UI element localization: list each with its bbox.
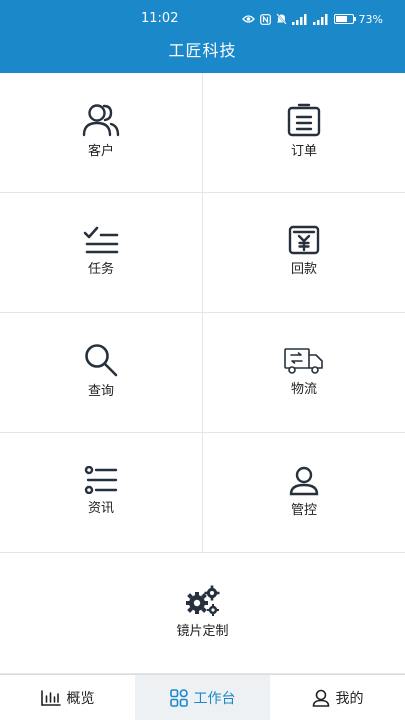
status-bar: 11:02 73%: [0, 0, 405, 38]
menu-label-logistics: 物流: [290, 382, 317, 397]
truck-icon: [284, 348, 323, 374]
nfc-icon: [259, 13, 271, 25]
tab-mine-label: 我的: [335, 690, 364, 707]
status-icons: 73%: [241, 11, 383, 27]
menu-item-order[interactable]: 订单: [203, 73, 405, 192]
signal-icon: [291, 13, 307, 25]
tab-overview[interactable]: 概览: [0, 675, 135, 720]
gears-icon: [185, 585, 219, 616]
menu-item-task[interactable]: 任务: [0, 193, 202, 312]
menu-label-payment: 回款: [290, 262, 317, 277]
signal-icon-2: [312, 13, 328, 25]
grid-icon: [169, 688, 188, 707]
user-icon: [289, 466, 319, 496]
battery-percent: 73%: [358, 12, 383, 26]
list-icon: [84, 466, 118, 494]
menu-item-control[interactable]: 管控: [203, 433, 405, 552]
tab-workbench[interactable]: 工作台: [135, 675, 270, 720]
checklist-icon: [83, 226, 119, 254]
menu-label-task: 任务: [87, 262, 114, 277]
tab-mine[interactable]: 我的: [270, 675, 405, 720]
battery-icon: [333, 14, 356, 24]
menu-label-control: 管控: [290, 503, 317, 518]
menu-item-lens-custom[interactable]: 镜片定制: [0, 553, 405, 673]
menu-label-news: 资讯: [87, 501, 114, 516]
clipboard-icon: [287, 103, 321, 137]
menu-label-lens-custom: 镜片定制: [176, 624, 229, 639]
bottom-tab-bar: 概览 工作台 我的: [0, 674, 405, 720]
menu-label-query: 查询: [87, 384, 114, 399]
tab-workbench-label: 工作台: [193, 690, 236, 707]
yuan-icon: [288, 225, 320, 255]
page-title: 工匠科技: [168, 41, 237, 60]
top-bar: 11:02 73% 工匠科技: [0, 0, 405, 73]
user-icon: [312, 689, 329, 707]
battery-fill: [335, 16, 348, 22]
menu-label-customer: 客户: [87, 144, 114, 159]
mute-icon: [275, 13, 287, 25]
search-icon: [85, 344, 118, 377]
menu-item-query[interactable]: 查询: [0, 313, 202, 432]
menu-label-order: 订单: [290, 144, 317, 159]
menu-item-news[interactable]: 资讯: [0, 433, 202, 552]
tab-overview-label: 概览: [66, 690, 95, 707]
bar-chart-icon: [40, 689, 61, 706]
menu-item-payment[interactable]: 回款: [203, 193, 405, 312]
status-time: 11:02: [141, 11, 179, 26]
menu-item-customer[interactable]: 客户: [0, 73, 202, 192]
eye-icon: [241, 15, 255, 23]
menu-item-logistics[interactable]: 物流: [203, 313, 405, 432]
customers-icon: [82, 104, 120, 137]
